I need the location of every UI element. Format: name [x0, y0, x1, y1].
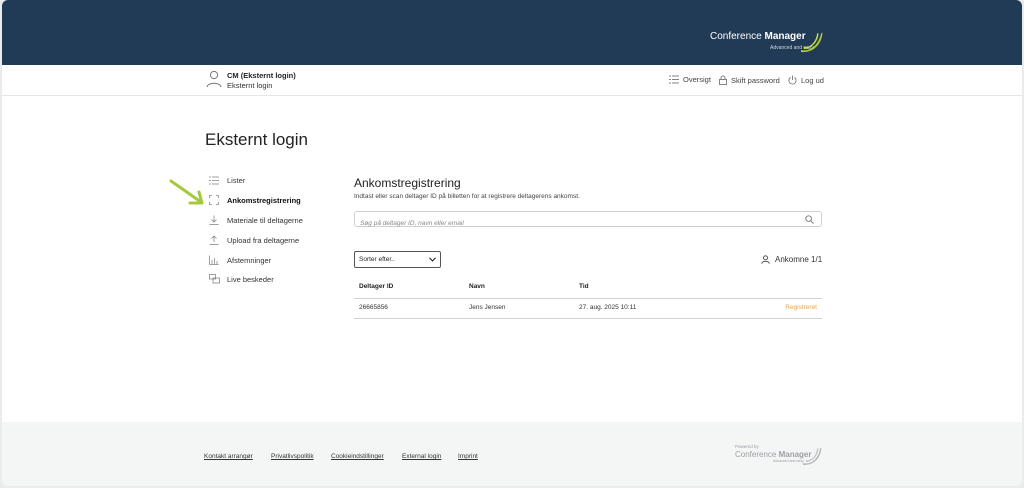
brand-name-light: Conference: [710, 31, 765, 42]
sidebar-item-label: Upload fra deltagerne: [227, 235, 300, 245]
power-icon: [788, 75, 797, 85]
sidebar-item-label: Materiale til deltagerne: [227, 215, 303, 225]
sidebar-item-materiale[interactable]: Materiale til deltagerne: [208, 215, 303, 225]
arrow-annotation-icon: [169, 179, 204, 205]
user-subtitle: Eksternt login: [227, 81, 273, 90]
search-input[interactable]: [355, 216, 795, 231]
nav-change-password[interactable]: Skift password: [719, 75, 780, 85]
user-avatar-icon: [206, 70, 222, 88]
upload-icon: [209, 235, 219, 245]
user-bar: CM (Eksternt login) Eksternt login Overs…: [2, 65, 1022, 96]
bar-chart-icon: [209, 255, 219, 265]
banana-logo-icon: [803, 447, 822, 465]
app-frame: Conference Manager Advanced and easy CM …: [2, 0, 1022, 486]
row-divider: [354, 318, 822, 319]
banana-logo-icon: [801, 32, 823, 53]
arrivals-label: Ankomne 1/1: [775, 255, 823, 264]
sort-select[interactable]: Sorter efter..: [354, 251, 441, 268]
chat-icon: [208, 274, 220, 284]
footer-link-privacy[interactable]: Privatlivspolitik: [271, 453, 314, 460]
cell-name: Jens Jensen: [469, 304, 506, 311]
sidebar-item-label: Lister: [227, 176, 246, 185]
nav-logout[interactable]: Log ud: [788, 75, 824, 85]
cell-time: 27. aug. 2025 10:11: [579, 304, 637, 311]
column-header-name: Navn: [469, 283, 485, 290]
sidebar-item-upload[interactable]: Upload fra deltagerne: [208, 235, 299, 245]
sidebar-item-label: Ankomstregistrering: [227, 195, 301, 205]
powered-name-light: Conference: [735, 450, 779, 459]
lock-icon: [719, 75, 727, 85]
footer-link-external-login[interactable]: External login: [402, 453, 441, 460]
download-icon: [209, 215, 219, 225]
footer-link-contact[interactable]: Kontakt arrangør: [204, 453, 253, 460]
header-divider: [354, 298, 822, 299]
list-icon: [209, 176, 219, 185]
column-header-id: Deltager ID: [359, 283, 394, 290]
search-box: [354, 211, 822, 231]
sidebar-item-ankomstregistrering[interactable]: Ankomstregistrering: [208, 195, 301, 205]
user-icon: [761, 255, 770, 264]
user-name: CM (Eksternt login): [227, 71, 296, 80]
section-title: Ankomstregistrering: [354, 176, 461, 190]
brand-logo: Conference Manager Advanced and easy: [710, 31, 814, 51]
search-icon[interactable]: [805, 215, 814, 224]
footer: Kontakt arrangør Privatlivspolitik Cooki…: [2, 422, 1022, 486]
arrivals-count: Ankomne 1/1: [761, 255, 822, 264]
scan-icon: [209, 195, 219, 205]
top-header: Conference Manager Advanced and easy: [2, 0, 1022, 65]
status-badge: Registreret: [785, 304, 817, 311]
footer-link-cookies[interactable]: Cookieindstillinger: [331, 453, 384, 460]
sort-select-value: Sorter efter..: [359, 256, 395, 263]
footer-link-imprint[interactable]: Imprint: [458, 453, 478, 460]
column-header-time: Tid: [579, 283, 589, 290]
section-subtitle: Indtast eller scan deltager ID på billet…: [354, 193, 580, 200]
nav-overview[interactable]: Oversigt: [669, 75, 711, 84]
sidebar-item-label: Live beskeder: [227, 274, 274, 284]
list-icon: [669, 75, 679, 84]
sidebar-item-live-beskeder[interactable]: Live beskeder: [208, 274, 274, 284]
sidebar-item-afstemninger[interactable]: Afstemninger: [208, 255, 271, 265]
sidebar-item-lister[interactable]: Lister: [208, 176, 245, 185]
sidebar-item-label: Afstemninger: [227, 255, 272, 265]
page-title: Eksternt login: [205, 130, 308, 149]
nav-change-password-label: Skift password: [731, 75, 780, 85]
chevron-down-icon: [429, 257, 436, 262]
cell-id: 26665856: [359, 304, 388, 311]
main-content: Eksternt login Lister Ankomstregistrerin…: [2, 96, 1022, 422]
nav-overview-label: Oversigt: [683, 75, 711, 84]
nav-logout-label: Log ud: [801, 75, 824, 85]
